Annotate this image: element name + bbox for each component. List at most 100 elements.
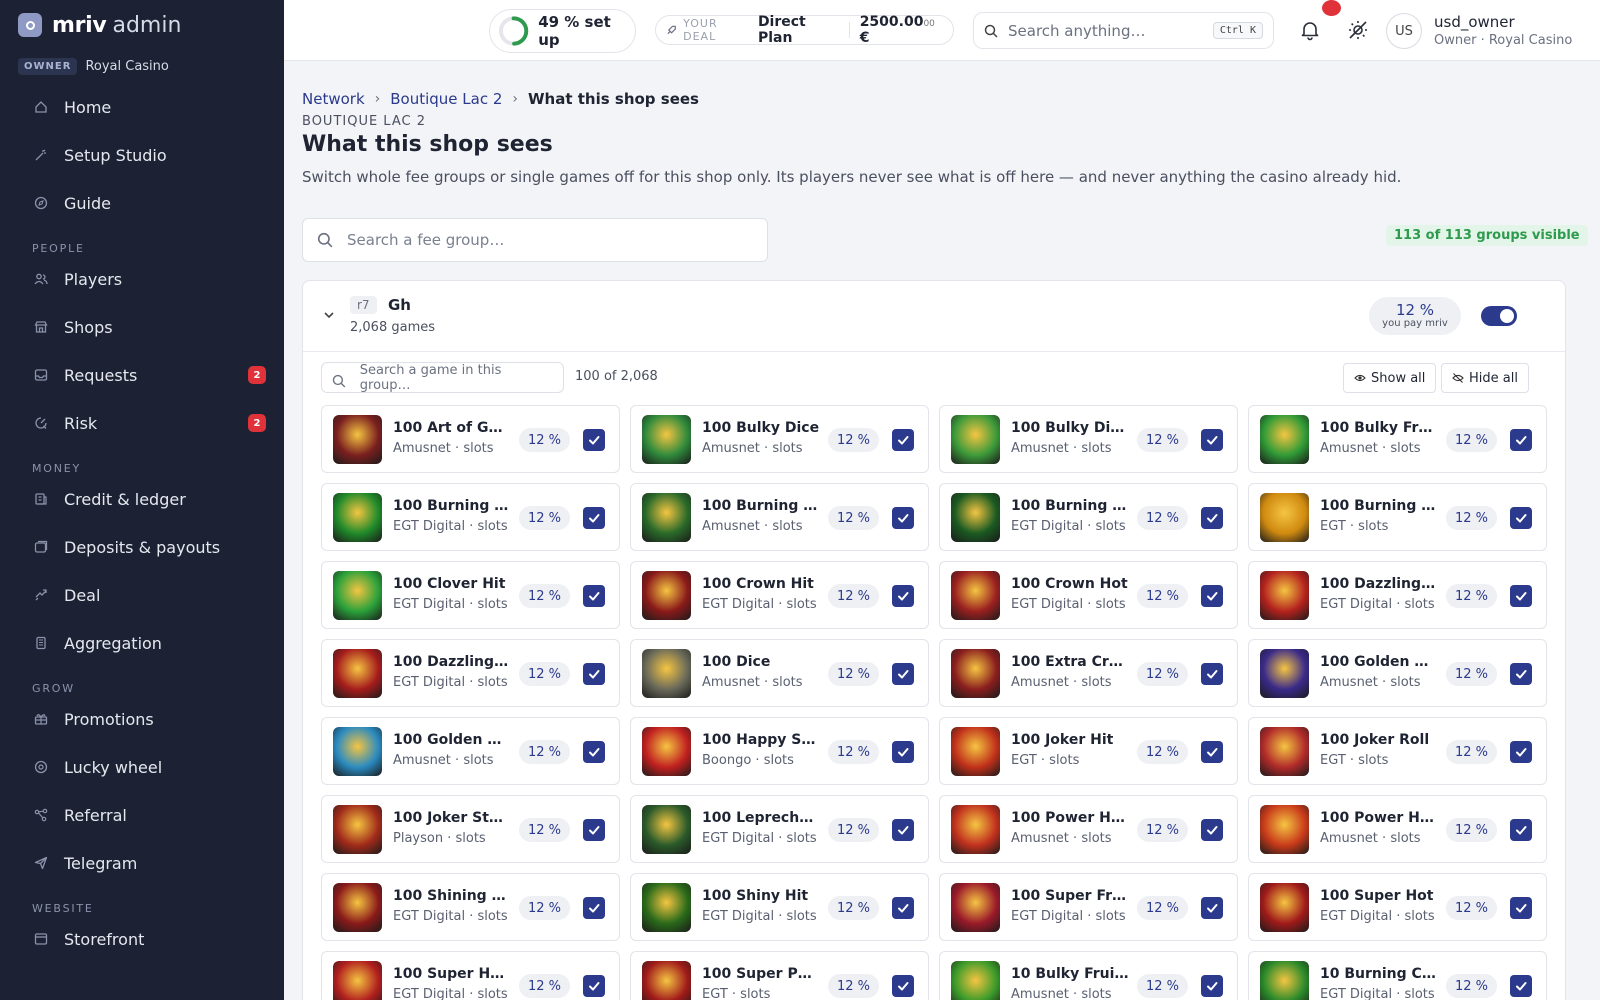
game-visible-checkbox[interactable] [583,975,605,997]
sidebar-item-telegram[interactable]: Telegram [0,839,284,887]
group-visibility-toggle[interactable] [1481,306,1517,326]
sidebar-item-requests[interactable]: Requests 2 [0,351,284,399]
sidebar-item-home[interactable]: Home [0,83,284,131]
game-tile[interactable]: 100 Clover Hit EGT Digital · slots 12 % [321,561,620,629]
game-visible-checkbox[interactable] [1510,975,1532,997]
bell-icon[interactable] [1298,18,1322,42]
game-tile[interactable]: 100 Power Hot... Amusnet · slots 12 % [1248,795,1547,863]
game-tile[interactable]: 100 Super Hot ... EGT Digital · slots 12 % [321,951,620,1000]
hide-all-button[interactable]: Hide all [1441,363,1529,393]
game-name: 10 Burning Clo... [1320,966,1438,982]
setup-progress-pill[interactable]: 49 % set up [489,9,636,53]
game-visible-checkbox[interactable] [892,429,914,451]
game-visible-checkbox[interactable] [583,585,605,607]
game-visible-checkbox[interactable] [892,585,914,607]
sidebar-item-deposits-payouts[interactable]: Deposits & payouts [0,523,284,571]
sidebar-item-promotions[interactable]: Promotions [0,695,284,743]
sidebar-item-players[interactable]: Players [0,255,284,303]
sidebar-item-deal[interactable]: Deal [0,571,284,619]
game-tile[interactable]: 100 Crown Hot EGT Digital · slots 12 % [939,561,1238,629]
game-tile[interactable]: 100 Joker Staxx Playson · slots 12 % [321,795,620,863]
game-search-input[interactable]: Search a game in this group… [321,362,564,393]
game-tile[interactable]: 100 Super Hot EGT Digital · slots 12 % [1248,873,1547,941]
game-visible-checkbox[interactable] [1510,897,1532,919]
game-visible-checkbox[interactable] [1201,819,1223,841]
game-visible-checkbox[interactable] [892,663,914,685]
avatar[interactable]: US [1386,13,1422,49]
game-tile[interactable]: 100 Power Hot... Amusnet · slots 12 % [939,795,1238,863]
game-tile[interactable]: 100 Bulky Dice Amusnet · slots 12 % [630,405,929,473]
game-tile[interactable]: 100 Bulky Frui... Amusnet · slots 12 % [1248,405,1547,473]
game-tile[interactable]: 100 Super Po... EGT · slots 12 % [630,951,929,1000]
fee-group-search-input[interactable]: Search a fee group… [302,218,768,262]
game-visible-checkbox[interactable] [583,663,605,685]
sidebar-item-shops[interactable]: Shops [0,303,284,351]
game-visible-checkbox[interactable] [892,741,914,763]
game-tile[interactable]: 100 Burning H... Amusnet · slots 12 % [630,483,929,551]
game-visible-checkbox[interactable] [1201,741,1223,763]
game-tile[interactable]: 100 Leprecha... EGT Digital · slots 12 % [630,795,929,863]
game-visible-checkbox[interactable] [1201,897,1223,919]
sidebar-item-aggregation[interactable]: Aggregation [0,619,284,667]
game-visible-checkbox[interactable] [1510,741,1532,763]
sidebar-item-risk[interactable]: Risk 2 [0,399,284,447]
game-tile[interactable]: 10 Bulky Fruits Amusnet · slots 12 % [939,951,1238,1000]
game-visible-checkbox[interactable] [1201,585,1223,607]
game-tile[interactable]: 100 Crown Hit EGT Digital · slots 12 % [630,561,929,629]
game-tile[interactable]: 100 Burning cl... EGT Digital · slots 12 % [321,483,620,551]
game-tile[interactable]: 100 Shining Roll EGT Digital · slots 12 % [321,873,620,941]
game-visible-checkbox[interactable] [583,819,605,841]
game-visible-checkbox[interactable] [1510,819,1532,841]
game-visible-checkbox[interactable] [892,897,914,919]
chevron-down-icon[interactable] [323,309,335,321]
game-visible-checkbox[interactable] [892,819,914,841]
sidebar-item-label: Storefront [64,929,145,949]
game-visible-checkbox[interactable] [583,897,605,919]
sidebar-item-referral[interactable]: Referral [0,791,284,839]
game-tile[interactable]: 100 Shiny Hit EGT Digital · slots 12 % [630,873,929,941]
show-all-button[interactable]: Show all [1343,363,1437,393]
game-visible-checkbox[interactable] [583,429,605,451]
deal-pill[interactable]: YOUR DEAL Direct Plan 2500.0000 € [655,14,954,46]
game-visible-checkbox[interactable] [583,741,605,763]
game-tile[interactable]: 100 Dice Amusnet · slots 12 % [630,639,929,707]
fee-group-header[interactable]: r7 Gh 2,068 games 12 % you pay mriv [303,281,1565,352]
game-visible-checkbox[interactable] [892,507,914,529]
game-name: 100 Happy Se... [702,732,820,748]
game-visible-checkbox[interactable] [583,507,605,529]
sidebar-item-setup-studio[interactable]: Setup Studio [0,131,284,179]
game-visible-checkbox[interactable] [892,975,914,997]
global-search-input[interactable]: Search anything… Ctrl K [973,12,1274,49]
game-tile[interactable]: 100 Bulky Dice... Amusnet · slots 12 % [939,405,1238,473]
game-tile[interactable]: 10 Burning Clo... EGT Digital · slots 12 % [1248,951,1547,1000]
game-tile[interactable]: 100 Dazzling C... EGT Digital · slots 12 % [1248,561,1547,629]
sidebar-item-credit-ledger[interactable]: Credit & ledger [0,475,284,523]
game-tile[interactable]: 100 Happy Se... Boongo · slots 12 % [630,717,929,785]
game-tile[interactable]: 100 Dazzling Hot EGT Digital · slots 12 % [321,639,620,707]
game-visible-checkbox[interactable] [1510,585,1532,607]
user-name[interactable]: usd_owner [1434,13,1515,31]
sidebar-item-lucky-wheel[interactable]: Lucky wheel [0,743,284,791]
theme-toggle-icon[interactable] [1346,18,1370,42]
game-tile[interactable]: 100 Golden Co... Amusnet · slots 12 % [1248,639,1547,707]
game-visible-checkbox[interactable] [1201,663,1223,685]
brand[interactable]: mriv admin [0,0,284,38]
game-visible-checkbox[interactable] [1510,507,1532,529]
game-visible-checkbox[interactable] [1510,663,1532,685]
game-tile[interactable]: 100 Extra Cro... Amusnet · slots 12 % [939,639,1238,707]
game-tile[interactable]: 100 Joker Hit EGT · slots 12 % [939,717,1238,785]
breadcrumb-shop[interactable]: Boutique Lac 2 [390,90,502,108]
game-visible-checkbox[interactable] [1201,975,1223,997]
game-tile[interactable]: 100 Joker Roll EGT · slots 12 % [1248,717,1547,785]
sidebar-item-guide[interactable]: Guide [0,179,284,227]
game-visible-checkbox[interactable] [1201,507,1223,529]
game-tile[interactable]: 100 Golden Co... Amusnet · slots 12 % [321,717,620,785]
game-visible-checkbox[interactable] [1510,429,1532,451]
breadcrumb-network[interactable]: Network [302,90,365,108]
game-tile[interactable]: 100 Super Fruits EGT Digital · slots 12 % [939,873,1238,941]
game-tile[interactable]: 100 Art of Gol... Amusnet · slots 12 % [321,405,620,473]
sidebar-item-storefront[interactable]: Storefront [0,915,284,963]
game-tile[interactable]: 100 Burning Roll EGT · slots 12 % [1248,483,1547,551]
game-tile[interactable]: 100 Burning P... EGT Digital · slots 12 % [939,483,1238,551]
game-visible-checkbox[interactable] [1201,429,1223,451]
